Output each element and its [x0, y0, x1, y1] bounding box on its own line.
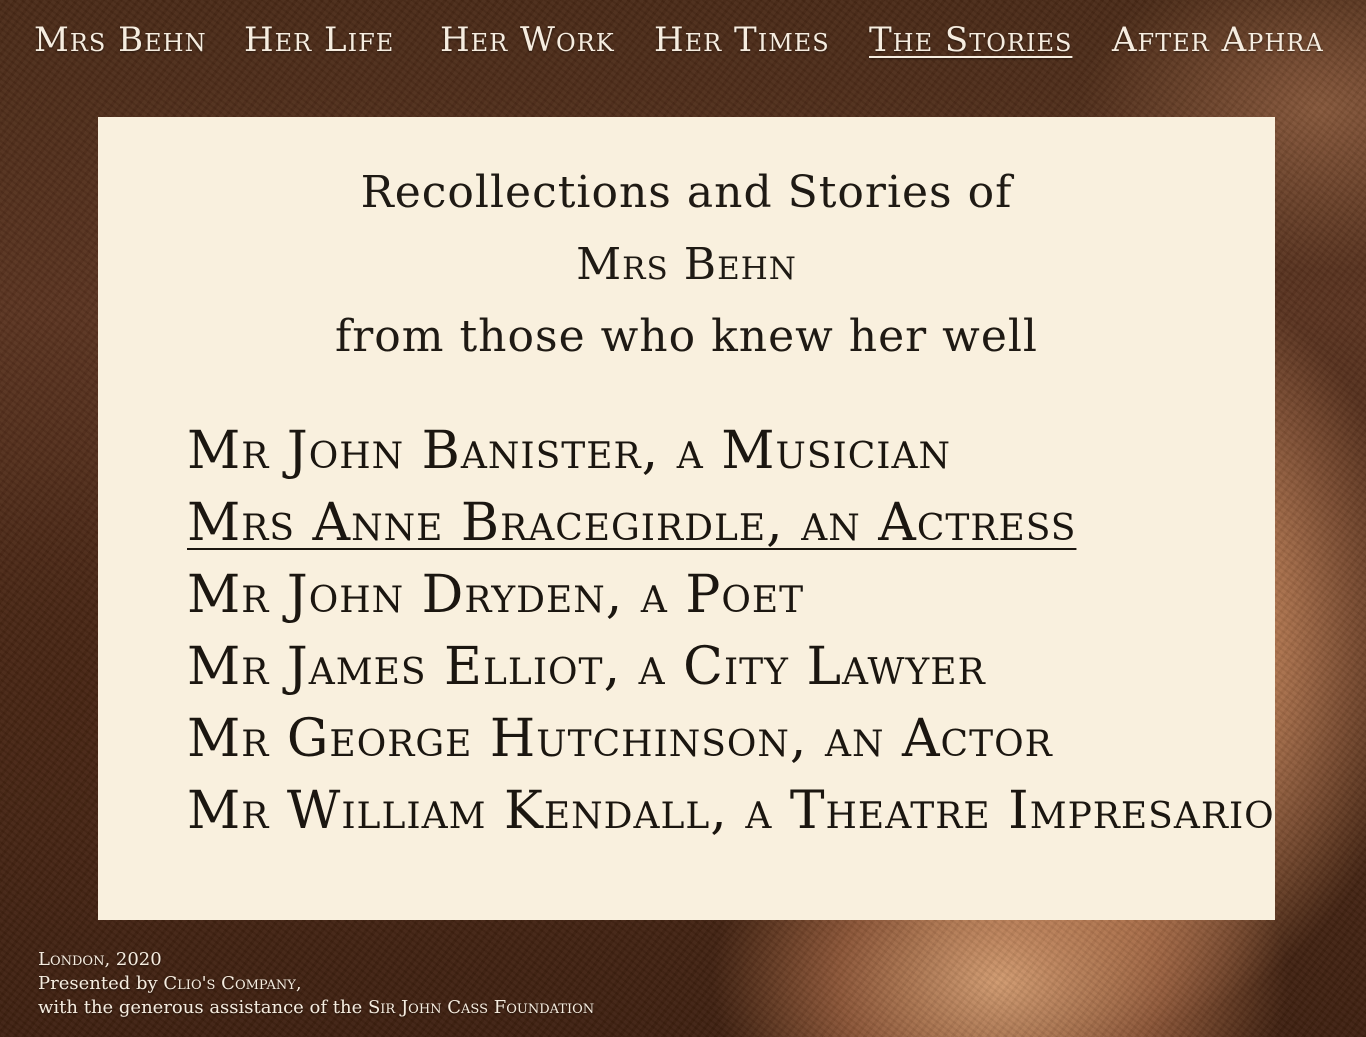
footer-company-name: Clio's Company,	[163, 973, 302, 994]
story-link-james-elliot[interactable]: Mr James Elliot, a City Lawyer	[187, 631, 1275, 703]
story-link-john-dryden[interactable]: Mr John Dryden, a Poet	[187, 559, 1275, 631]
list-item: Mrs Anne Bracegirdle, an Actress	[187, 487, 1275, 559]
nav-item-her-times[interactable]: Her Times	[654, 16, 830, 64]
story-link-william-kendall[interactable]: Mr William Kendall, a Theatre Impresario	[187, 775, 1275, 847]
site-footer: London, 2020 Presented by Clio's Company…	[38, 948, 594, 1020]
nav-item-her-life[interactable]: Her Life	[244, 16, 394, 64]
footer-presented-prefix: Presented by	[38, 973, 164, 994]
list-item: Mr John Banister, a Musician	[187, 415, 1275, 487]
list-item: Mr George Hutchinson, an Actor	[187, 703, 1275, 775]
main-navigation: Mrs Behn Her Life Her Work Her Times The…	[0, 16, 1366, 68]
stories-list: Mr John Banister, a Musician Mrs Anne Br…	[187, 415, 1275, 847]
stories-panel: Recollections and Stories of Mrs Behn fr…	[98, 117, 1275, 920]
story-link-george-hutchinson[interactable]: Mr George Hutchinson, an Actor	[187, 703, 1275, 775]
story-link-anne-bracegirdle[interactable]: Mrs Anne Bracegirdle, an Actress	[187, 487, 1275, 559]
list-item: Mr William Kendall, a Theatre Impresario	[187, 775, 1275, 847]
nav-item-after-aphra[interactable]: After Aphra	[1112, 16, 1324, 64]
footer-assistance: with the generous assistance of the Sir …	[38, 996, 594, 1020]
panel-heading-line-2: Mrs Behn	[576, 239, 797, 290]
footer-foundation-name: Sir John Cass Foundation	[367, 997, 595, 1018]
footer-presented-by: Presented by Clio's Company,	[38, 972, 594, 996]
footer-assistance-prefix: with the generous assistance of the	[38, 997, 368, 1018]
nav-item-mrs-behn[interactable]: Mrs Behn	[34, 16, 207, 64]
nav-item-her-work[interactable]: Her Work	[440, 16, 615, 64]
panel-heading-line-3: from those who knew her well	[334, 311, 1039, 362]
footer-location-year: London, 2020	[38, 949, 162, 970]
panel-heading-line-1: Recollections and Stories of	[360, 167, 1013, 218]
list-item: Mr John Dryden, a Poet	[187, 559, 1275, 631]
list-item: Mr James Elliot, a City Lawyer	[187, 631, 1275, 703]
story-link-john-banister[interactable]: Mr John Banister, a Musician	[187, 415, 1275, 487]
nav-item-the-stories[interactable]: The Stories	[869, 16, 1072, 64]
